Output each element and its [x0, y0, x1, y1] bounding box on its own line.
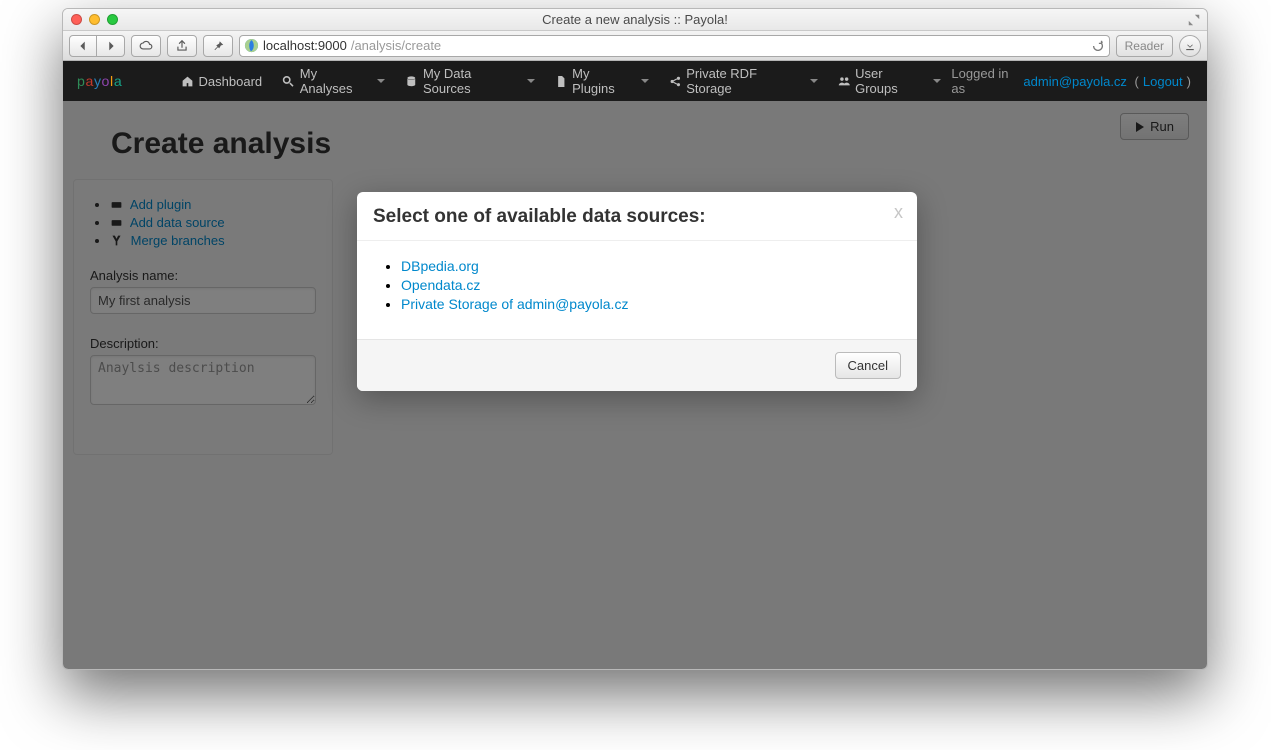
user-email-link[interactable]: admin@payola.cz	[1023, 74, 1127, 89]
modal-body: DBpedia.org Opendata.cz Private Storage …	[357, 241, 917, 339]
chevron-left-icon	[76, 39, 90, 53]
nav-label: My Analyses	[300, 66, 371, 96]
chevron-right-icon	[104, 39, 118, 53]
app-navbar: payola Dashboard My Analyses My Data Sou…	[63, 61, 1207, 101]
nav-my-data-sources[interactable]: My Data Sources	[395, 61, 544, 101]
data-source-option[interactable]: Private Storage of admin@payola.cz	[401, 296, 628, 312]
nav-my-analyses[interactable]: My Analyses	[272, 61, 395, 101]
browser-window: Create a new analysis :: Payola! localho…	[62, 8, 1208, 670]
site-icon	[244, 38, 259, 53]
chevron-down-icon	[810, 79, 818, 83]
nav-buttons	[69, 35, 125, 57]
chevron-down-icon	[527, 79, 535, 83]
nav-label: My Data Sources	[423, 66, 520, 96]
data-source-list: DBpedia.org Opendata.cz Private Storage …	[375, 258, 899, 312]
chevron-down-icon	[377, 79, 385, 83]
share-nodes-icon	[669, 75, 682, 88]
url-path: /analysis/create	[351, 38, 441, 53]
reader-button[interactable]: Reader	[1116, 35, 1173, 57]
svg-text:o: o	[102, 74, 110, 90]
forward-button[interactable]	[97, 35, 125, 57]
reader-label: Reader	[1125, 39, 1164, 53]
list-item: Private Storage of admin@payola.cz	[401, 296, 899, 312]
modal-footer: Cancel	[357, 339, 917, 391]
address-bar[interactable]: localhost:9000/analysis/create	[239, 35, 1110, 57]
cloud-icon	[139, 39, 153, 53]
chevron-down-icon	[933, 79, 941, 83]
back-button[interactable]	[69, 35, 97, 57]
svg-text:a: a	[85, 74, 93, 90]
list-item: DBpedia.org	[401, 258, 899, 274]
pin-button[interactable]	[203, 35, 233, 57]
downloads-button[interactable]	[1179, 35, 1201, 57]
window-title-bar: Create a new analysis :: Payola!	[63, 9, 1207, 31]
svg-text:a: a	[114, 74, 122, 90]
icloud-button[interactable]	[131, 35, 161, 57]
modal-title: Select one of available data sources:	[373, 206, 901, 228]
modal-header: x Select one of available data sources:	[357, 192, 917, 241]
fullscreen-icon[interactable]	[1187, 13, 1201, 27]
nav-label: Dashboard	[199, 74, 263, 89]
nav-user-area: Logged in as admin@payola.cz (Logout)	[951, 66, 1197, 96]
data-source-option[interactable]: DBpedia.org	[401, 258, 479, 274]
nav-label: Private RDF Storage	[686, 66, 802, 96]
nav-dashboard[interactable]: Dashboard	[171, 61, 273, 101]
svg-text:p: p	[77, 74, 85, 90]
download-icon	[1184, 40, 1196, 52]
list-item: Opendata.cz	[401, 277, 899, 293]
brand-logo[interactable]: payola	[77, 73, 153, 90]
file-icon	[555, 75, 568, 88]
app-body: Create analysis Add plugin Add data sour…	[63, 101, 1207, 669]
search-icon	[282, 75, 295, 88]
nav-label: User Groups	[855, 66, 926, 96]
share-icon	[175, 39, 189, 53]
url-host: localhost:9000	[263, 38, 347, 53]
app: payola Dashboard My Analyses My Data Sou…	[63, 61, 1207, 669]
logged-in-text: Logged in as	[951, 66, 1019, 96]
window-title: Create a new analysis :: Payola!	[63, 12, 1207, 27]
pin-icon	[211, 39, 225, 53]
data-source-modal: x Select one of available data sources: …	[357, 192, 917, 391]
nav-user-groups[interactable]: User Groups	[828, 61, 952, 101]
nav-label: My Plugins	[572, 66, 633, 96]
nav-private-rdf-storage[interactable]: Private RDF Storage	[659, 61, 828, 101]
database-icon	[405, 75, 418, 88]
nav-my-plugins[interactable]: My Plugins	[545, 61, 659, 101]
home-icon	[181, 75, 194, 88]
logout-link[interactable]: Logout	[1143, 74, 1183, 89]
modal-close-button[interactable]: x	[894, 202, 903, 223]
browser-toolbar: localhost:9000/analysis/create Reader	[63, 31, 1207, 61]
data-source-option[interactable]: Opendata.cz	[401, 277, 480, 293]
svg-text:l: l	[110, 74, 113, 90]
users-icon	[838, 75, 851, 88]
chevron-down-icon	[641, 79, 649, 83]
cancel-button[interactable]: Cancel	[835, 352, 901, 379]
reload-icon[interactable]	[1091, 39, 1105, 53]
share-button[interactable]	[167, 35, 197, 57]
